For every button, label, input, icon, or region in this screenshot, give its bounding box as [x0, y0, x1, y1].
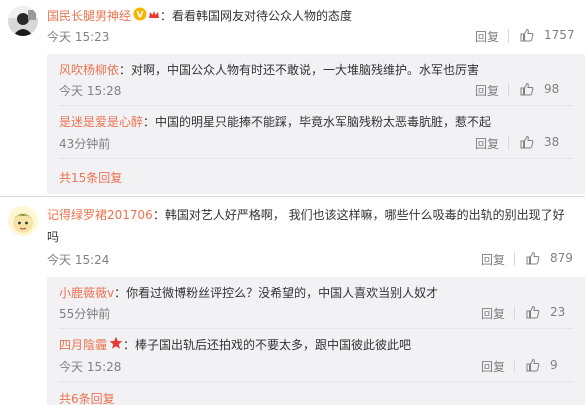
- reply-divider: [59, 328, 573, 329]
- more-replies-link[interactable]: 共15条回复: [59, 169, 122, 186]
- comment-line: 国民长腿男神经 V ：看看韩国网友对待公众人物的态度: [47, 7, 352, 26]
- comment-time: 今天 15:24: [47, 253, 110, 267]
- action-divider: [508, 136, 509, 150]
- like-button[interactable]: 38: [520, 135, 559, 149]
- reply-time: 43分钟前: [59, 137, 111, 151]
- reply-time: 今天 15:28: [59, 360, 122, 374]
- reply-button[interactable]: 回复: [475, 28, 499, 45]
- username[interactable]: 国民长腿男神经: [47, 9, 131, 23]
- reply-line: 小鹿薇薇v：你看过微博粉丝评控么？没希望的，中国人喜欢当别人奴才: [59, 284, 438, 302]
- reply-divider: [59, 381, 573, 382]
- comment-text: ：韩国对艺人好严格啊， 我们也该这样嘛，哪些什么吸毒的出轨的别出现了好: [152, 208, 565, 222]
- like-count: 9: [550, 358, 558, 372]
- reply-username[interactable]: 是迷是爱是心醉: [59, 115, 143, 129]
- like-count: 23: [550, 305, 566, 319]
- comment-time: 今天 15:23: [47, 30, 110, 44]
- svg-text:V: V: [137, 11, 144, 21]
- reply-time: 55分钟前: [59, 307, 111, 321]
- crown-icon: [148, 8, 160, 26]
- like-count: 1757: [544, 28, 575, 42]
- reply-line: 是迷是爱是心醉：中国的明星只能捧不能踩，毕竟水军脑残粉太恶毒肮脏，惹不起: [59, 113, 491, 131]
- like-button[interactable]: 98: [520, 82, 559, 96]
- thumbs-up-icon: [520, 28, 534, 42]
- action-divider: [514, 359, 515, 373]
- thumbs-up-icon: [526, 305, 540, 319]
- comment-text: ：看看韩国网友对待公众人物的态度: [160, 9, 353, 23]
- reply-username[interactable]: 风吹杨柳依: [59, 63, 119, 77]
- reply-divider: [59, 105, 573, 106]
- reply-username[interactable]: 四月陰霾: [59, 338, 107, 352]
- reply-text: ：中国的明星只能捧不能踩，毕竟水军脑残粉太恶毒肮脏，惹不起: [143, 115, 492, 129]
- like-count: 98: [544, 82, 560, 96]
- reply-text: ：你看过微博粉丝评控么？没希望的，中国人喜欢当别人奴才: [114, 286, 439, 300]
- like-button[interactable]: 9: [526, 358, 558, 372]
- reply-divider: [59, 158, 573, 159]
- reply-button[interactable]: 回复: [475, 135, 499, 152]
- avatar[interactable]: [8, 6, 38, 36]
- action-divider: [508, 83, 509, 97]
- like-button[interactable]: 879: [526, 251, 573, 265]
- star-badge-icon: [109, 336, 123, 355]
- member-badge-icon[interactable]: V: [133, 7, 147, 26]
- action-divider: [514, 252, 515, 266]
- comment-line: 记得绿罗裙201706：韩国对艺人好严格啊， 我们也该这样嘛，哪些什么吸毒的出轨…: [47, 206, 565, 224]
- reply-text: ：对啊，中国公众人物有时还不敢说，一大堆脑残维护。水军也厉害: [119, 63, 480, 77]
- reply-button[interactable]: 回复: [475, 82, 499, 99]
- action-divider: [508, 29, 509, 43]
- like-button[interactable]: 1757: [520, 28, 575, 42]
- reply-username[interactable]: 小鹿薇薇v: [59, 286, 114, 300]
- reply-time: 今天 15:28: [59, 84, 122, 98]
- thumbs-up-icon: [520, 82, 534, 96]
- reply-button[interactable]: 回复: [481, 305, 505, 322]
- like-button[interactable]: 23: [526, 305, 565, 319]
- thumbs-up-icon: [520, 135, 534, 149]
- thumbs-up-icon: [526, 358, 540, 372]
- thumbs-up-icon: [526, 251, 540, 265]
- comment-text-continued: 吗: [47, 230, 60, 244]
- like-count: 879: [550, 251, 573, 265]
- username[interactable]: 记得绿罗裙201706: [47, 208, 153, 222]
- action-divider: [514, 306, 515, 320]
- more-replies-link[interactable]: 共6条回复: [59, 390, 115, 405]
- like-count: 38: [544, 135, 560, 149]
- comment-divider: [0, 196, 585, 197]
- reply-line: 风吹杨柳依：对啊，中国公众人物有时还不敢说，一大堆脑残维护。水军也厉害: [59, 61, 479, 79]
- avatar[interactable]: [8, 206, 38, 236]
- reply-button[interactable]: 回复: [481, 358, 505, 375]
- reply-line: 四月陰霾 ：棒子国出轨后还拍戏的不要太多，跟中国彼此彼此吧: [59, 336, 411, 355]
- reply-text: ：棒子国出轨后还拍戏的不要太多，跟中国彼此彼此吧: [123, 338, 412, 352]
- reply-button[interactable]: 回复: [481, 251, 505, 268]
